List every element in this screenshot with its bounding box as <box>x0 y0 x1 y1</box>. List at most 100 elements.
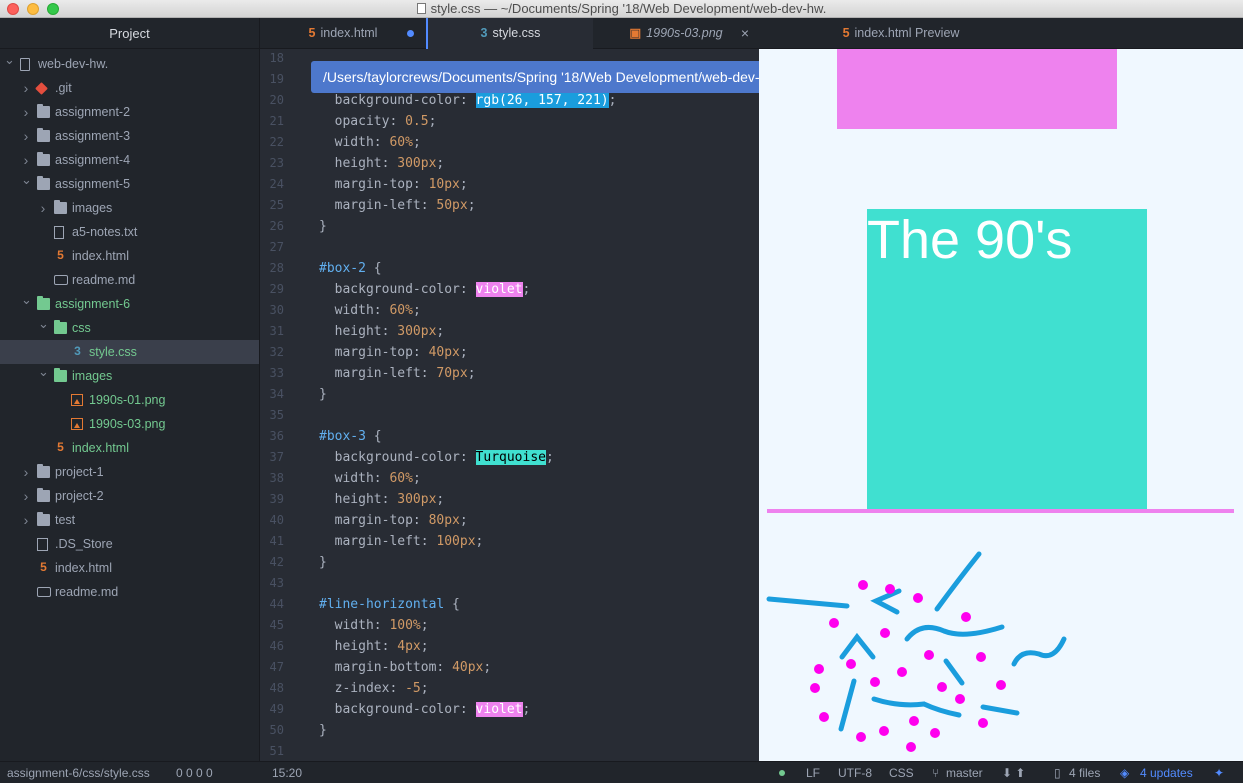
code-line[interactable]: 42} <box>260 552 759 573</box>
code-line[interactable]: 27 <box>260 237 759 258</box>
chevron-down-icon[interactable]: ⌄ <box>21 288 32 312</box>
chevron-down-icon[interactable]: ⌄ <box>21 168 32 192</box>
chevron-right-icon[interactable]: › <box>21 76 31 100</box>
grammar-selector[interactable]: CSS <box>889 762 914 783</box>
tree-file[interactable]: a5-notes.txt <box>0 220 259 244</box>
file-count-icon: ▯ <box>1054 766 1061 780</box>
code-line[interactable]: 38 width: 60%; <box>260 468 759 489</box>
chevron-right-icon[interactable]: › <box>38 196 48 220</box>
chevron-right-icon[interactable]: › <box>21 124 31 148</box>
tree-folder[interactable]: ⌄ assignment-5 <box>0 172 259 196</box>
code-line[interactable]: 50} <box>260 720 759 741</box>
tree-item-label: assignment-3 <box>55 129 131 143</box>
tree-file[interactable]: 1990s-01.png <box>0 388 259 412</box>
line-number: 37 <box>269 450 284 464</box>
tab-style-css[interactable]: 3 style.css <box>426 18 593 49</box>
tree-folder[interactable]: ⌄ web-dev-hw. <box>0 52 259 76</box>
tree-folder[interactable]: › assignment-4 <box>0 148 259 172</box>
tree-folder[interactable]: › test <box>0 508 259 532</box>
chevron-down-icon[interactable]: ⌄ <box>38 360 49 384</box>
file-path-status[interactable]: assignment-6/css/style.css <box>7 762 150 783</box>
code-token: margin-left: <box>319 198 437 213</box>
tree-folder[interactable]: › assignment-3 <box>0 124 259 148</box>
tree-file[interactable]: 5 index.html <box>0 556 259 580</box>
minimize-window-button[interactable] <box>27 3 39 15</box>
html-preview-pane[interactable]: The 90's <box>759 49 1243 761</box>
code-line[interactable]: 45 width: 100%; <box>260 615 759 636</box>
tree-folder[interactable]: › assignment-2 <box>0 100 259 124</box>
code-token: 4px <box>397 639 421 654</box>
tree-file[interactable]: 1990s-03.png <box>0 412 259 436</box>
code-token: ; <box>428 114 437 129</box>
code-line[interactable]: 20 background-color: rgb(26, 157, 221); <box>260 90 759 111</box>
tab-1990s-03-png[interactable]: ▣ 1990s-03.png × <box>593 18 759 49</box>
close-tab-icon[interactable]: × <box>741 18 749 49</box>
code-line[interactable]: 35 <box>260 405 759 426</box>
code-line[interactable]: 48 z-index: -5; <box>260 678 759 699</box>
close-window-button[interactable] <box>7 3 19 15</box>
tab-index-html[interactable]: 5 index.html <box>260 18 426 49</box>
code-token: } <box>319 555 327 570</box>
file-count[interactable]: 4 files <box>1069 762 1100 783</box>
chevron-right-icon[interactable]: › <box>21 484 31 508</box>
code-token: { <box>365 261 382 276</box>
tree-folder[interactable]: ⌄ images <box>0 364 259 388</box>
code-line[interactable]: 21 opacity: 0.5; <box>260 111 759 132</box>
code-line[interactable]: 51 <box>260 741 759 761</box>
code-line[interactable]: 37 background-color: Turquoise; <box>260 447 759 468</box>
code-token: #box-3 <box>319 429 366 444</box>
code-editor[interactable]: 18 19 20 background-color: rgb(26, 157, 22… <box>260 49 759 761</box>
tree-folder[interactable]: ⌄ css <box>0 316 259 340</box>
code-line[interactable]: 30 width: 60%; <box>260 300 759 321</box>
tree-file[interactable]: › .git <box>0 76 259 100</box>
code-token: 300px <box>397 492 437 507</box>
code-line[interactable]: 23 height: 300px; <box>260 153 759 174</box>
code-line[interactable]: 29 background-color: violet; <box>260 279 759 300</box>
code-line[interactable]: 26} <box>260 216 759 237</box>
code-line[interactable]: 49 background-color: violet; <box>260 699 759 720</box>
encoding-selector[interactable]: UTF-8 <box>838 762 872 783</box>
line-number: 40 <box>269 513 284 527</box>
code-line[interactable]: 36 #box-3 { <box>260 426 759 447</box>
html5-icon: 5 <box>40 560 47 574</box>
code-line[interactable]: 40 margin-top: 80px; <box>260 510 759 531</box>
tree-file[interactable]: 5 index.html <box>0 436 259 460</box>
code-line[interactable]: 24 margin-top: 10px; <box>260 174 759 195</box>
code-line[interactable]: 22 width: 60%; <box>260 132 759 153</box>
code-line[interactable]: 41 margin-left: 100px; <box>260 531 759 552</box>
code-line[interactable]: 31 height: 300px; <box>260 321 759 342</box>
code-line[interactable]: 34} <box>260 384 759 405</box>
tree-file[interactable]: .DS_Store <box>0 532 259 556</box>
code-line[interactable]: 28 #box-2 { <box>260 258 759 279</box>
fetch-icon[interactable]: ⬇ ⬆ <box>1002 762 1025 783</box>
tree-folder[interactable]: › project-2 <box>0 484 259 508</box>
tree-item-label: test <box>55 513 76 527</box>
code-line[interactable]: 43 <box>260 573 759 594</box>
code-line[interactable]: 33 margin-left: 70px; <box>260 363 759 384</box>
git-branch[interactable]: master <box>946 762 983 783</box>
package-updates[interactable]: 4 updates <box>1140 762 1193 783</box>
tree-file[interactable]: readme.md <box>0 580 259 604</box>
code-line[interactable]: 47 margin-bottom: 40px; <box>260 657 759 678</box>
tree-file[interactable]: readme.md <box>0 268 259 292</box>
chevron-right-icon[interactable]: › <box>21 508 31 532</box>
code-line[interactable]: 32 margin-top: 40px; <box>260 342 759 363</box>
tab-index-html-preview[interactable]: 5 index.html Preview <box>759 18 1043 49</box>
squirrel-icon[interactable]: ✦ <box>1214 762 1224 783</box>
diagnostics-counts[interactable]: 0 0 0 0 <box>176 762 213 783</box>
tree-file[interactable]: 5 index.html <box>0 244 259 268</box>
code-line[interactable]: 25 margin-left: 50px; <box>260 195 759 216</box>
code-line[interactable]: 44 #line-horizontal { <box>260 594 759 615</box>
line-ending-selector[interactable]: LF <box>806 762 820 783</box>
tree-folder[interactable]: › images <box>0 196 259 220</box>
code-line[interactable]: 46 height: 4px; <box>260 636 759 657</box>
chevron-down-icon[interactable]: ⌄ <box>4 48 15 72</box>
chevron-right-icon[interactable]: › <box>21 100 31 124</box>
chevron-down-icon[interactable]: ⌄ <box>38 312 49 336</box>
cursor-position[interactable]: 15:20 <box>272 762 302 783</box>
zoom-window-button[interactable] <box>47 3 59 15</box>
code-token: width: <box>319 303 390 318</box>
chevron-right-icon[interactable]: › <box>21 460 31 484</box>
tree-folder[interactable]: › project-1 <box>0 460 259 484</box>
code-line[interactable]: 39 height: 300px; <box>260 489 759 510</box>
